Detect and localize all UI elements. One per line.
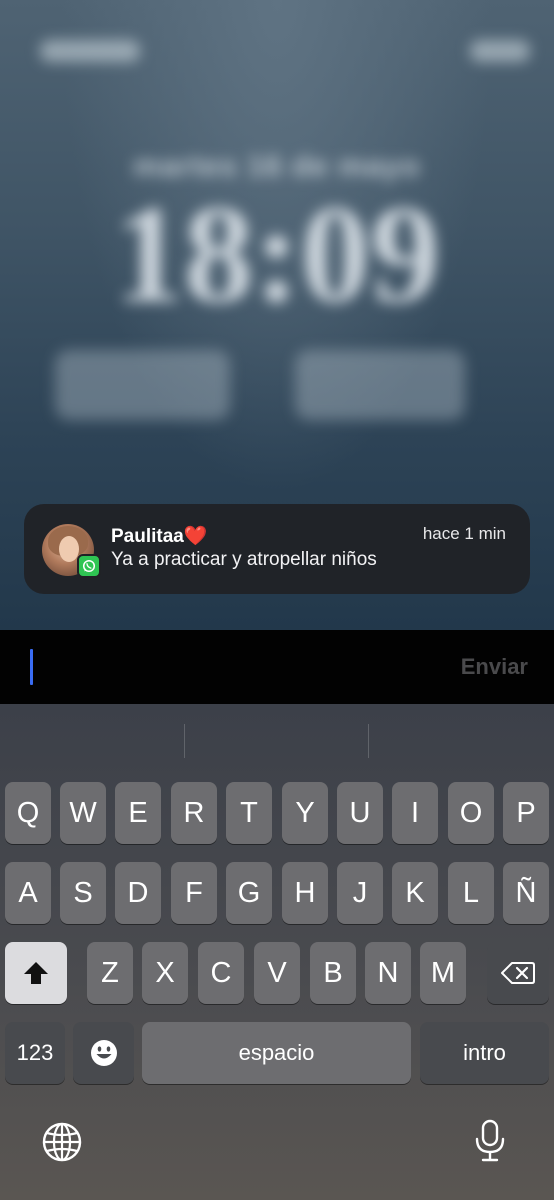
notification-sender: Paulitaa❤️ <box>111 526 208 547</box>
emoji-key[interactable] <box>73 1022 134 1084</box>
key-m[interactable]: M <box>420 942 466 1004</box>
lock-widget-left <box>55 350 230 420</box>
space-key[interactable]: espacio <box>142 1022 411 1084</box>
shift-icon <box>24 962 48 984</box>
key-x[interactable]: X <box>142 942 188 1004</box>
whatsapp-icon <box>77 554 101 578</box>
key-r[interactable]: R <box>171 782 217 844</box>
key-h[interactable]: H <box>282 862 328 924</box>
delete-icon <box>501 962 535 984</box>
lock-widget-right <box>295 350 465 420</box>
key-c[interactable]: C <box>198 942 244 1004</box>
dictation-button[interactable] <box>468 1116 512 1166</box>
suggestion-divider <box>368 724 369 758</box>
key-u[interactable]: U <box>337 782 383 844</box>
key-l[interactable]: L <box>448 862 494 924</box>
reply-input[interactable] <box>20 640 420 694</box>
key-q[interactable]: Q <box>5 782 51 844</box>
notification-message: Ya a practicar y atropellar niños <box>111 549 377 570</box>
shift-key[interactable] <box>5 942 67 1004</box>
status-bar-right <box>470 40 530 62</box>
return-key[interactable]: intro <box>420 1022 549 1084</box>
key-i[interactable]: I <box>392 782 438 844</box>
globe-button[interactable] <box>38 1118 86 1166</box>
notification-card[interactable]: Paulitaa❤️ hace 1 min Ya a practicar y a… <box>24 504 530 594</box>
emoji-icon <box>90 1040 117 1066</box>
key-j[interactable]: J <box>337 862 383 924</box>
key-e[interactable]: E <box>115 782 161 844</box>
key-b[interactable]: B <box>310 942 356 1004</box>
numbers-key[interactable]: 123 <box>5 1022 65 1084</box>
key-z[interactable]: Z <box>87 942 133 1004</box>
reply-bar: Enviar <box>0 630 554 704</box>
key-g[interactable]: G <box>226 862 272 924</box>
globe-icon <box>42 1122 82 1162</box>
key-y[interactable]: Y <box>282 782 328 844</box>
send-button[interactable]: Enviar <box>461 654 528 680</box>
microphone-icon <box>475 1119 505 1162</box>
text-cursor <box>30 649 33 685</box>
key-n[interactable]: N <box>365 942 411 1004</box>
lock-time: 18:09 <box>113 177 441 332</box>
key-p[interactable]: P <box>503 782 549 844</box>
key-s[interactable]: S <box>60 862 106 924</box>
key-w[interactable]: W <box>60 782 106 844</box>
status-bar-left <box>40 40 140 62</box>
key-t[interactable]: T <box>226 782 272 844</box>
key-v[interactable]: V <box>254 942 300 1004</box>
key-enye[interactable]: Ñ <box>503 862 549 924</box>
delete-key[interactable] <box>487 942 549 1004</box>
key-f[interactable]: F <box>171 862 217 924</box>
keyboard: Q W E R T Y U I O P A S D F G H J K L Ñ … <box>0 704 554 1200</box>
key-k[interactable]: K <box>392 862 438 924</box>
suggestion-divider <box>184 724 185 758</box>
key-d[interactable]: D <box>115 862 161 924</box>
key-a[interactable]: A <box>5 862 51 924</box>
notification-time: hace 1 min <box>422 524 506 543</box>
key-o[interactable]: O <box>448 782 494 844</box>
